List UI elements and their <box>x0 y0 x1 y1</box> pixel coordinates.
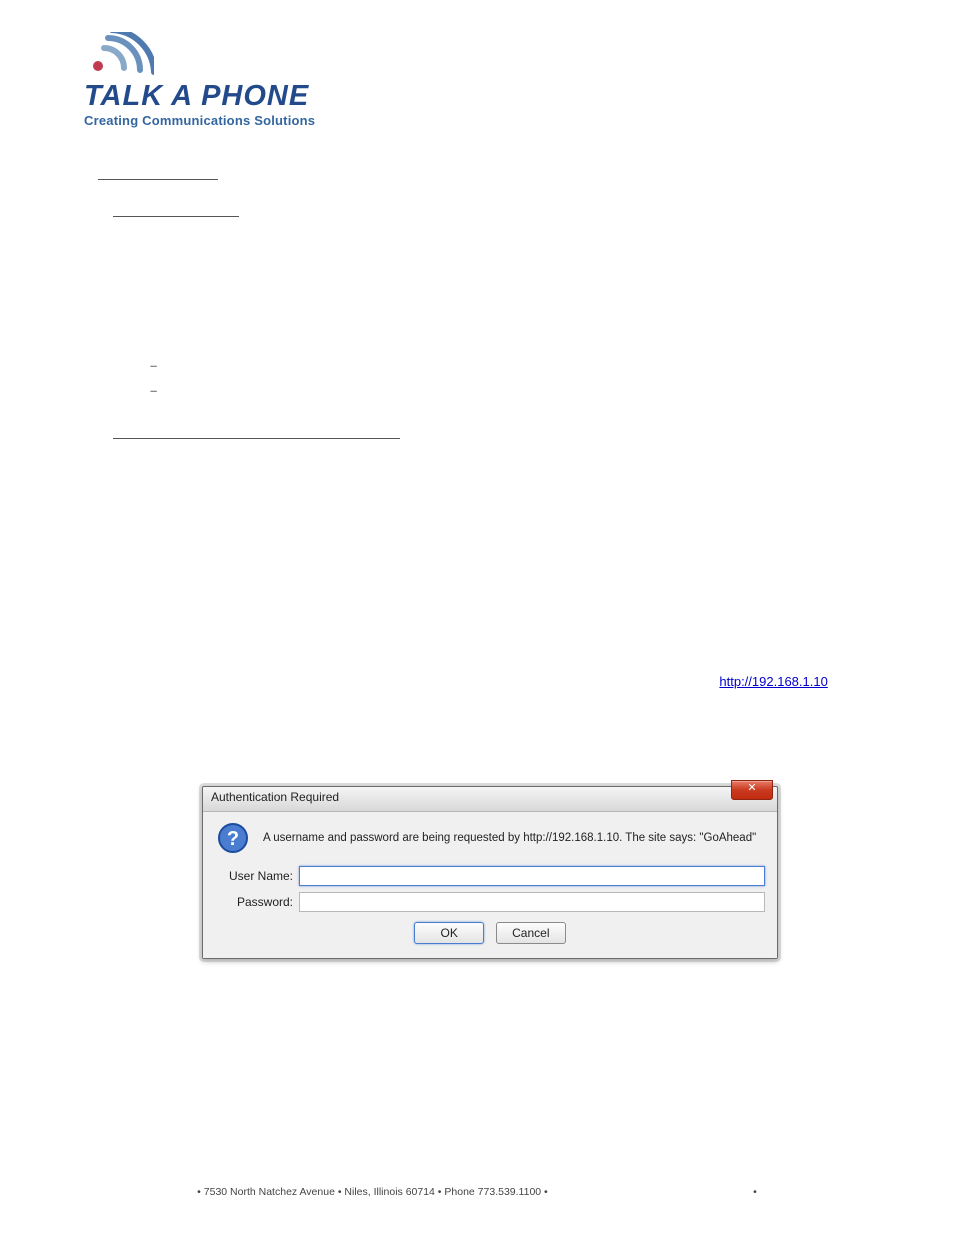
doc-header: VOIP-500 Series Phone Configuration and … <box>580 68 870 112</box>
username-label: User Name: <box>215 869 293 883</box>
step-1: 1.Open a web browser and enter the IP ad… <box>113 670 853 719</box>
paragraph-intro: The VOIP-500 Series Phone is configured … <box>113 230 853 296</box>
question-icon: ? <box>217 822 249 854</box>
auth-dialog: Authentication Required ✕ ? A username a… <box>202 786 778 959</box>
ip-address-link[interactable]: http://192.168.1.10 <box>719 674 827 689</box>
username-input[interactable] <box>299 866 765 886</box>
heading-getting-started: 4.1 Getting Started <box>113 198 239 217</box>
page-footer: • 7530 North Natchez Avenue • Niles, Ill… <box>0 1186 954 1198</box>
dialog-body: ? A username and password are being requ… <box>203 812 777 958</box>
page-number: Page 10 of 60Rev. 3/21/2012 <box>800 1206 870 1230</box>
step-2: 2.Enter the Username/Password (default: … <box>113 1000 853 1049</box>
heading-configuration: 4. Configuration <box>98 158 218 180</box>
password-label: Password: <box>215 895 293 909</box>
paragraph-webconfig: The following sections describe how to c… <box>113 454 853 553</box>
bullet-icon: – <box>150 358 168 373</box>
close-button[interactable]: ✕ <box>731 780 773 800</box>
ok-button[interactable]: OK <box>414 922 484 944</box>
dialog-message: A username and password are being reques… <box>263 832 756 844</box>
dialog-titlebar[interactable]: Authentication Required ✕ <box>203 787 777 812</box>
sound-arcs-icon <box>84 32 154 80</box>
paragraph-requirements: To access the Web GUI, you will need: <box>113 330 853 345</box>
brand-logo: TALK A PHONE Creating Communications Sol… <box>84 32 344 128</box>
list-item: –A Java-Script enabled web browser <box>150 383 599 398</box>
bullet-icon: – <box>150 383 168 398</box>
requirements-list: –A computer connected to the same networ… <box>150 358 599 408</box>
figure-caption: Figure 1 Authentication Required <box>0 966 954 981</box>
close-icon: ✕ <box>747 782 756 794</box>
logo-tagline: Creating Communications Solutions <box>84 113 344 128</box>
doc-product: VOIP-500 Series Phone <box>580 68 870 91</box>
doc-subtitle: Configuration and Operation Manual <box>580 91 870 112</box>
list-item: –A computer connected to the same networ… <box>150 358 599 373</box>
logo-title: TALK A PHONE <box>84 82 344 111</box>
cancel-button[interactable]: Cancel <box>496 922 566 944</box>
heading-web-config: 4.2 Accessing the Web Configuration Util… <box>113 420 400 439</box>
dialog-title: Authentication Required <box>211 790 339 804</box>
password-input[interactable] <box>299 892 765 912</box>
svg-text:?: ? <box>227 828 239 850</box>
